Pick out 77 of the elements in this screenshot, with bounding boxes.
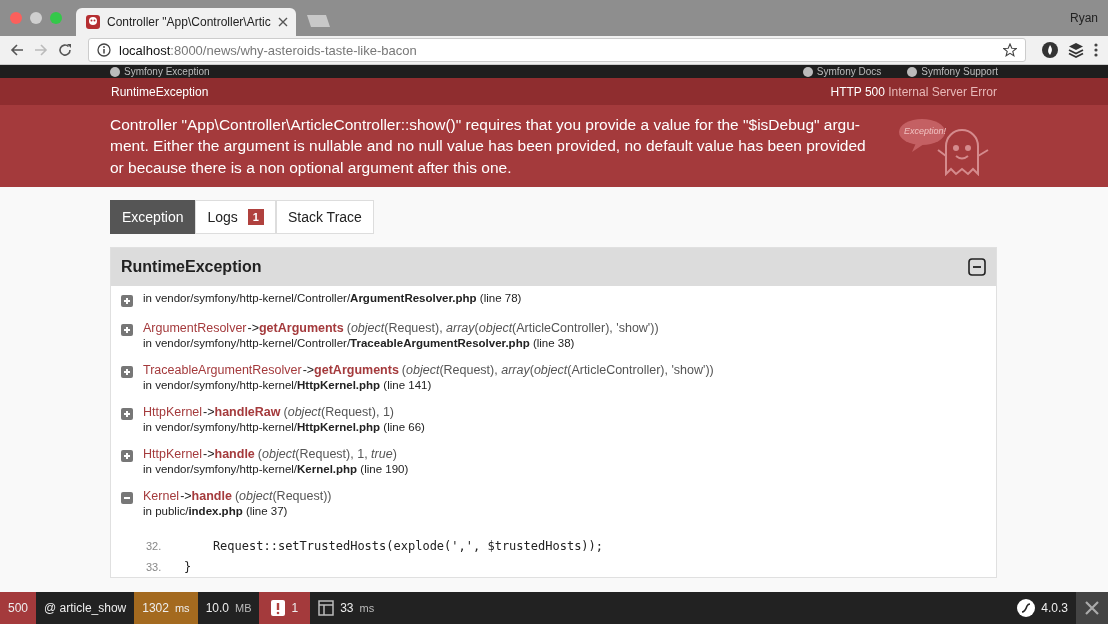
request-time[interactable]: 1302 ms bbox=[134, 592, 198, 624]
close-icon bbox=[277, 17, 288, 27]
method-name: handle bbox=[191, 489, 232, 503]
address-bar[interactable]: localhost:8000/news/why-asteroids-taste-like-bacon bbox=[88, 38, 1026, 62]
method-name: getArguments bbox=[314, 363, 399, 377]
status-code[interactable]: 500 bbox=[0, 592, 37, 624]
window-control-icon bbox=[10, 12, 22, 24]
tab[interactable]: Stack Trace bbox=[275, 200, 374, 234]
class-name: HttpKernel bbox=[143, 405, 203, 419]
reload-icon bbox=[58, 43, 72, 57]
alert-icon bbox=[271, 600, 286, 616]
code-line: Request::setTrustedHosts(explode(',', $trustedHosts)); bbox=[211, 538, 604, 553]
panel-title: RuntimeException bbox=[121, 258, 262, 276]
class-name: TraceableArgumentResolver bbox=[143, 363, 302, 377]
class-name: ArgumentResolver bbox=[143, 321, 247, 335]
count-badge: 1 bbox=[247, 209, 264, 225]
line-number: 32. bbox=[146, 539, 163, 552]
forward-icon bbox=[34, 43, 48, 57]
arguments-text: (object(Request), 1, true) bbox=[257, 447, 397, 461]
info-icon bbox=[97, 43, 111, 57]
close-button[interactable] bbox=[1076, 592, 1108, 624]
memory-usage[interactable]: 10.0 MB bbox=[197, 592, 260, 624]
tab[interactable]: Logs 1 bbox=[195, 200, 276, 234]
code-line: } bbox=[184, 559, 192, 574]
back-icon bbox=[10, 43, 24, 57]
arrow-text: -> bbox=[247, 321, 259, 335]
star-icon bbox=[1003, 43, 1017, 57]
window-control-icon bbox=[30, 12, 42, 24]
arrow-text: -> bbox=[180, 489, 192, 503]
layers-icon bbox=[1068, 42, 1084, 58]
tab[interactable]: Exception bbox=[110, 200, 196, 234]
header-link[interactable]: Symfony Exception bbox=[124, 66, 210, 77]
plus-icon[interactable] bbox=[121, 450, 133, 462]
arrow-text: -> bbox=[302, 363, 315, 377]
error-count[interactable]: 1 bbox=[259, 592, 311, 624]
plus-icon[interactable] bbox=[121, 366, 133, 378]
arguments-text: (object(Request), 1) bbox=[283, 405, 394, 419]
route-name[interactable]: @ article_show bbox=[36, 592, 135, 624]
line-number: 33. bbox=[146, 560, 163, 573]
file-path: in vendor/symfony/http-kernel/Controller/TraceableArgumentResolver.php (line 38) bbox=[143, 337, 576, 349]
file-path: in vendor/symfony/http-kernel/Controller/ArgumentResolver.php (line 78) bbox=[143, 292, 522, 304]
file-path: in public/index.php (line 37) bbox=[143, 505, 289, 517]
exception-class: RuntimeException bbox=[111, 84, 209, 99]
table-icon bbox=[318, 600, 335, 616]
database-time[interactable]: 33 ms bbox=[310, 592, 383, 624]
plus-icon[interactable] bbox=[121, 295, 133, 307]
ghost-icon bbox=[86, 15, 100, 29]
bubble-text: Exception! bbox=[904, 126, 947, 136]
file-path: in vendor/symfony/http-kernel/HttpKernel.php (line 141) bbox=[143, 379, 433, 391]
arguments-text: (object(Request)) bbox=[234, 489, 332, 503]
method-name: getArguments bbox=[259, 321, 344, 335]
arguments-text: (object(Request), array(object(ArticleController), 'show')) bbox=[401, 363, 714, 377]
symfony-version[interactable]: 4.0.3 bbox=[1009, 592, 1076, 624]
menu-icon bbox=[1094, 42, 1098, 58]
header-link[interactable]: Symfony Support bbox=[921, 66, 998, 77]
minus-icon[interactable] bbox=[121, 492, 133, 504]
url-text: localhost:8000/news/why-asteroids-taste-like-bacon bbox=[119, 42, 417, 58]
close-icon bbox=[1085, 601, 1099, 615]
header-link[interactable]: Symfony Docs bbox=[816, 66, 882, 77]
plus-icon[interactable] bbox=[121, 408, 133, 420]
class-name: Kernel bbox=[143, 489, 180, 503]
tab-title: Controller "App\Controller\Artic bbox=[107, 15, 271, 29]
method-name: handle bbox=[214, 447, 255, 461]
exception-message: Controller "App\Controller\ArticleController::show()" requires that you provide a value for the "$isDebug" argu- ment. Either the argument is nullable and no null value has been provided, no default value has been provided or because there is a non optional argument after this one. bbox=[110, 114, 867, 178]
flame-icon bbox=[1042, 42, 1058, 58]
method-name: handleRaw bbox=[214, 405, 281, 419]
plus-icon[interactable] bbox=[121, 324, 133, 336]
file-path: in vendor/symfony/http-kernel/Kernel.php (line 190) bbox=[143, 463, 409, 475]
arrow-text: -> bbox=[203, 447, 215, 461]
file-path: in vendor/symfony/http-kernel/HttpKernel.php (line 66) bbox=[143, 421, 425, 433]
arrow-text: -> bbox=[203, 405, 215, 419]
arguments-text: (object(Request), array(object(ArticleController), 'show')) bbox=[346, 321, 659, 335]
class-name: HttpKernel bbox=[143, 447, 203, 461]
http-status: HTTP 500 Internal Server Error bbox=[830, 84, 997, 99]
window-control-icon bbox=[50, 12, 62, 24]
profile-name[interactable]: Ryan bbox=[1070, 11, 1098, 25]
browser-tab[interactable]: Controller "App\Controller\Artic bbox=[76, 8, 296, 36]
